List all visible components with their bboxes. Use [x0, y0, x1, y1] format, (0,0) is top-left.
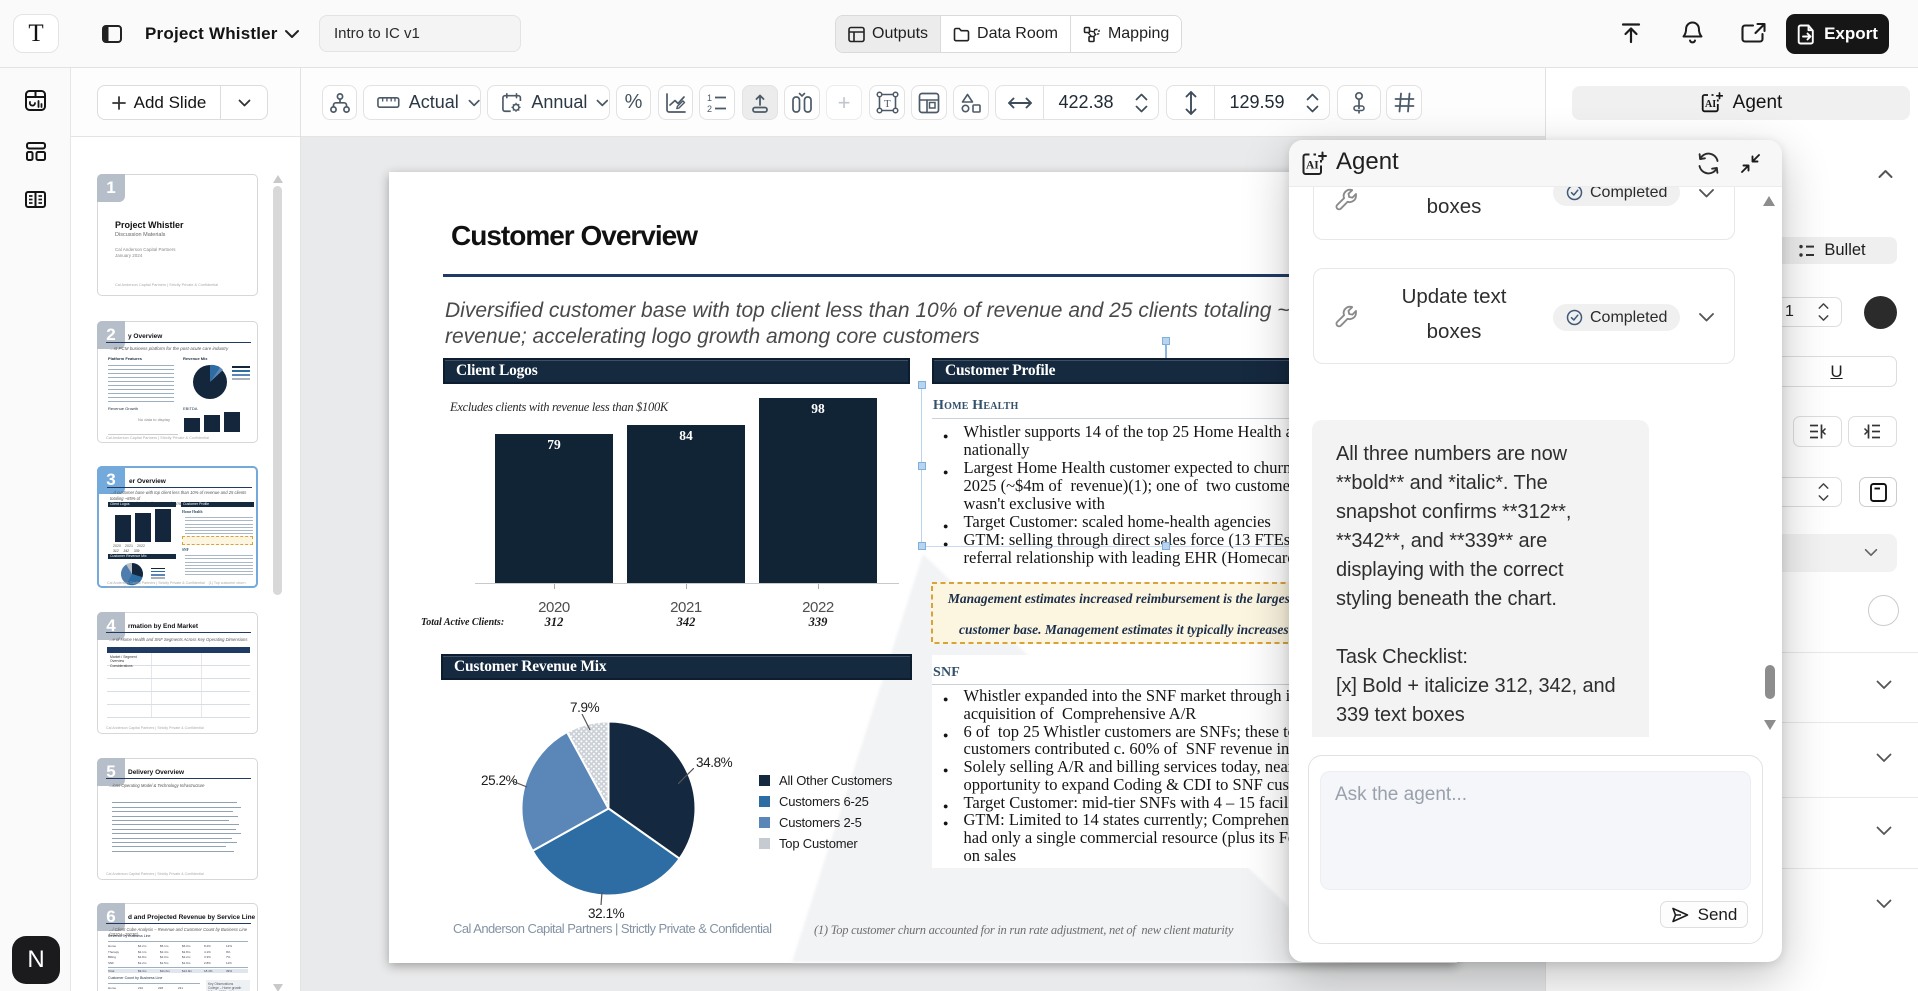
svg-text:AI: AI	[1705, 99, 1716, 110]
svg-text:T: T	[884, 98, 891, 110]
svg-text:AI: AI	[1306, 160, 1319, 172]
svg-text:1: 1	[707, 93, 712, 103]
svg-text:2: 2	[707, 104, 712, 113]
